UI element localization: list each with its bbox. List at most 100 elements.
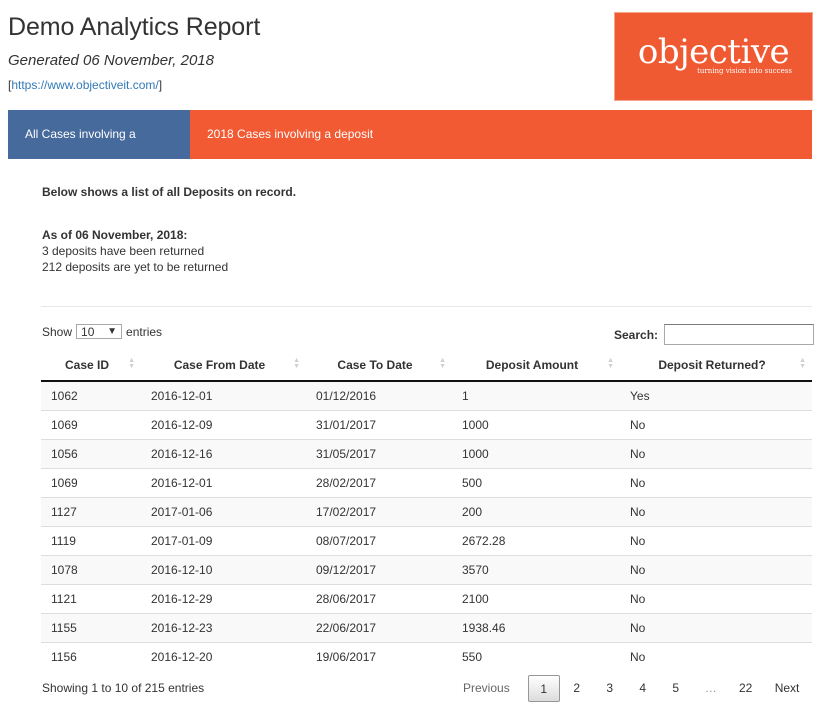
table-row: 1156 2016-12-20 19/06/2017 550 No [41, 641, 812, 671]
column-label: Case From Date [173, 358, 266, 372]
cell-case-id: 1121 [41, 583, 141, 613]
column-label: Deposit Returned? [658, 358, 766, 372]
page-button-2[interactable]: 2 [561, 675, 593, 702]
entries-select[interactable]: 10 ▼ [76, 324, 123, 339]
bracket-close: ] [158, 78, 163, 92]
entries-length-control: Show 10 ▼ entries [42, 324, 162, 339]
column-header-case-from-date[interactable]: Case From Date ▲ ▼ [141, 350, 306, 382]
cell-case-to-date: 09/12/2017 [306, 554, 452, 584]
cell-case-id: 1078 [41, 554, 141, 584]
report-tabs: All Cases involving a deposit 2018 Cases… [8, 110, 812, 190]
page-button-4[interactable]: 4 [627, 675, 659, 702]
cell-deposit-returned: No [620, 612, 812, 642]
cell-case-to-date: 01/12/2016 [306, 381, 452, 410]
sort-icon: ▲ ▼ [293, 357, 300, 370]
page-button-1[interactable]: 1 [527, 675, 560, 702]
page-button-5[interactable]: 5 [660, 675, 692, 702]
tab-2018-cases[interactable]: 2018 Cases involving a deposit [190, 110, 390, 159]
cell-case-from-date: 2016-12-09 [141, 409, 306, 439]
cell-deposit-amount: 1938.46 [452, 612, 620, 642]
entries-label: entries [126, 324, 163, 339]
cell-deposit-returned: No [620, 641, 812, 671]
cell-case-to-date: 08/07/2017 [306, 525, 452, 555]
page-button-22[interactable]: 22 [730, 675, 762, 702]
cell-deposit-returned: No [620, 583, 812, 613]
cell-deposit-returned: Yes [620, 381, 812, 410]
cell-case-id: 1069 [41, 409, 141, 439]
tab-all-cases[interactable]: All Cases involving a deposit [8, 110, 190, 190]
table-row: 1078 2016-12-10 09/12/2017 3570 No [41, 554, 812, 584]
table-header-row: Case ID ▲ ▼ Case From Date ▲ ▼ Case To Date ▲… [41, 350, 812, 382]
next-page-button[interactable]: Next [767, 675, 808, 702]
table-row: 1069 2016-12-09 31/01/2017 1000 No [41, 409, 812, 439]
cell-deposit-amount: 1 [452, 381, 620, 410]
cell-deposit-returned: No [620, 554, 812, 584]
column-header-case-to-date[interactable]: Case To Date ▲ ▼ [306, 350, 452, 382]
column-header-deposit-returned[interactable]: Deposit Returned? ▲ ▼ [620, 350, 812, 382]
table-row: 1069 2016-12-01 28/02/2017 500 No [41, 467, 812, 497]
intro-text: Below shows a list of all Deposits on re… [42, 185, 297, 199]
cell-case-from-date: 2016-12-16 [141, 438, 306, 468]
cell-case-from-date: 2017-01-06 [141, 496, 306, 526]
cell-case-to-date: 31/05/2017 [306, 438, 452, 468]
cell-case-from-date: 2016-12-20 [141, 641, 306, 671]
sort-icon: ▲ ▼ [607, 357, 614, 370]
table-row: 1155 2016-12-23 22/06/2017 1938.46 No [41, 612, 812, 642]
cell-deposit-amount: 200 [452, 496, 620, 526]
search-label: Search: [614, 327, 659, 342]
cell-case-id: 1127 [41, 496, 141, 526]
previous-page-button[interactable]: Previous [455, 675, 518, 702]
column-header-deposit-amount[interactable]: Deposit Amount ▲ ▼ [452, 350, 620, 382]
entries-select-value: 10 [81, 324, 95, 339]
page-button-3[interactable]: 3 [594, 675, 626, 702]
column-label: Case ID [64, 358, 110, 372]
cell-deposit-returned: No [620, 467, 812, 497]
column-label: Deposit Amount [485, 358, 579, 372]
column-header-case-id[interactable]: Case ID ▲ ▼ [41, 350, 141, 382]
search-input[interactable] [664, 324, 815, 345]
cell-deposit-amount: 1000 [452, 409, 620, 439]
cell-case-to-date: 31/01/2017 [306, 409, 452, 439]
cell-case-from-date: 2016-12-10 [141, 554, 306, 584]
pagination: Previous 1 2 3 4 5 … 22 Next [455, 675, 808, 702]
cell-deposit-returned: No [620, 496, 812, 526]
cell-deposit-amount: 500 [452, 467, 620, 497]
search-control: Search: [614, 324, 815, 345]
cell-case-from-date: 2016-12-23 [141, 612, 306, 642]
website-link-line: [https://www.objectiveit.com/] [8, 78, 162, 92]
table-row: 1119 2017-01-09 08/07/2017 2672.28 No [41, 525, 812, 555]
deposits-table: Case ID ▲ ▼ Case From Date ▲ ▼ Case To Date ▲… [41, 350, 812, 671]
cell-case-from-date: 2017-01-09 [141, 525, 306, 555]
section-divider [41, 306, 812, 307]
cell-case-to-date: 22/06/2017 [306, 612, 452, 642]
show-label: Show [42, 324, 73, 339]
cell-deposit-returned: No [620, 438, 812, 468]
cell-case-from-date: 2016-12-29 [141, 583, 306, 613]
table-row: 1056 2016-12-16 31/05/2017 1000 No [41, 438, 812, 468]
cell-case-id: 1155 [41, 612, 141, 642]
cell-deposit-amount: 3570 [452, 554, 620, 584]
cell-case-to-date: 28/02/2017 [306, 467, 452, 497]
cell-case-id: 1119 [41, 525, 141, 555]
cell-case-to-date: 28/06/2017 [306, 583, 452, 613]
column-label: Case To Date [337, 358, 413, 372]
cell-case-id: 1056 [41, 438, 141, 468]
website-link[interactable]: https://www.objectiveit.com/ [11, 78, 158, 92]
cell-case-to-date: 19/06/2017 [306, 641, 452, 671]
cell-deposit-amount: 1000 [452, 438, 620, 468]
cell-deposit-returned: No [620, 409, 812, 439]
table-row: 1062 2016-12-01 01/12/2016 1 Yes [41, 381, 812, 410]
dropdown-arrow-icon: ▼ [107, 326, 118, 337]
cell-case-id: 1156 [41, 641, 141, 671]
cell-case-from-date: 2016-12-01 [141, 381, 306, 410]
outstanding-count: 212 deposits are yet to be returned [42, 260, 229, 274]
table-row: 1121 2016-12-29 28/06/2017 2100 No [41, 583, 812, 613]
cell-case-id: 1062 [41, 381, 141, 410]
cell-deposit-amount: 2672.28 [452, 525, 620, 555]
cell-case-id: 1069 [41, 467, 141, 497]
sort-icon: ▲ ▼ [128, 357, 135, 370]
objective-logo: objective turning vision into success [614, 12, 813, 101]
pagination-ellipsis: … [704, 681, 717, 695]
cell-case-from-date: 2016-12-01 [141, 467, 306, 497]
sort-icon: ▲ ▼ [799, 357, 806, 370]
